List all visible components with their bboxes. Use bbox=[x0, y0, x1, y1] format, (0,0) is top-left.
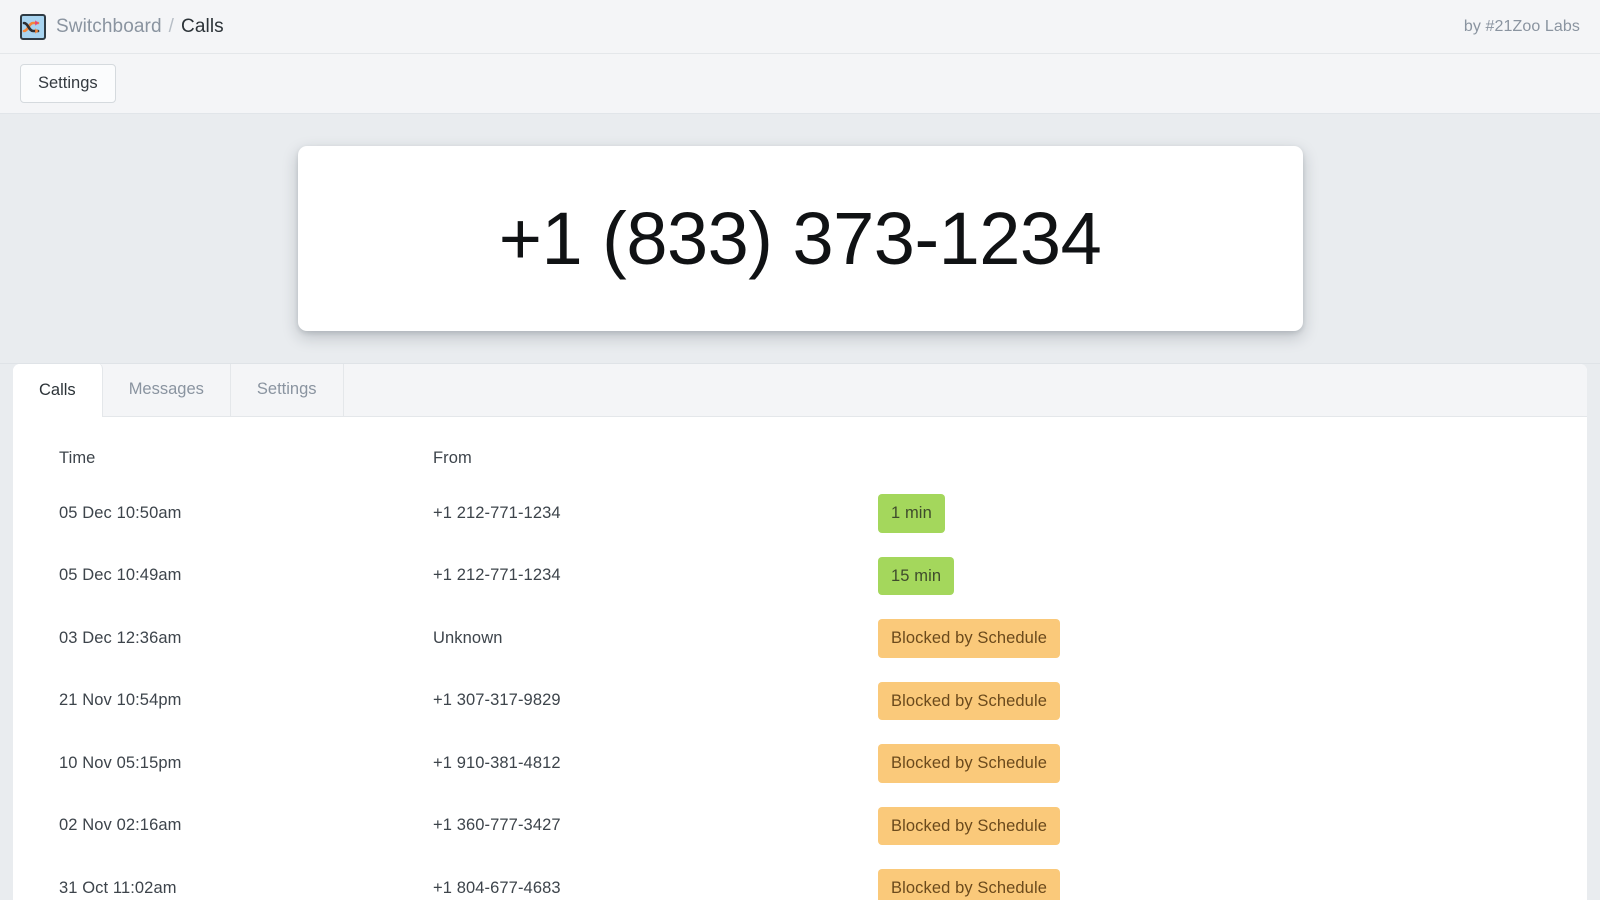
phone-number-text: +1 (833) 373-1234 bbox=[498, 197, 1102, 280]
column-header-from: From bbox=[433, 449, 472, 467]
table-row[interactable]: 21 Nov 10:54pm +1 307-317-9829 Blocked by … bbox=[13, 670, 1587, 733]
table-row[interactable]: 02 Nov 02:16am +1 360-777-3427 Blocked by … bbox=[13, 795, 1587, 858]
cell-status: Blocked by Schedule bbox=[878, 795, 1587, 858]
status-badge-blocked: Blocked by Schedule bbox=[878, 869, 1060, 900]
table-row[interactable]: 03 Dec 12:36am Unknown Blocked by Schedule bbox=[13, 607, 1587, 670]
app-header: Switchboard / Calls by #21Zoo Labs bbox=[0, 0, 1600, 54]
tab-calls[interactable]: Calls bbox=[13, 364, 103, 417]
tab-messages[interactable]: Messages bbox=[103, 364, 231, 416]
breadcrumb: Switchboard / Calls bbox=[56, 17, 224, 36]
calls-table-head: Time From bbox=[13, 417, 1587, 482]
calls-table-area: Time From 05 Dec 10:50am +1 212-771-1234 1… bbox=[13, 417, 1587, 900]
calls-table-body: 05 Dec 10:50am +1 212-771-1234 1 min 05 Dec… bbox=[13, 482, 1587, 900]
attribution-label: by #21Zoo Labs bbox=[1463, 17, 1580, 35]
cell-time: 05 Dec 10:50am bbox=[59, 503, 182, 522]
status-badge-blocked: Blocked by Schedule bbox=[878, 619, 1060, 658]
content-panel-wrap: Calls Messages Settings Time From 05 Dec… bbox=[0, 364, 1600, 900]
brand[interactable]: Switchboard / Calls bbox=[20, 13, 224, 40]
cell-time: 31 Oct 11:02am bbox=[59, 878, 177, 897]
status-badge-blocked: Blocked by Schedule bbox=[878, 681, 1060, 720]
tab-messages-label: Messages bbox=[128, 380, 204, 398]
tab-calls-label: Calls bbox=[39, 380, 76, 399]
cell-time: 05 Dec 10:49am bbox=[59, 566, 182, 585]
table-row[interactable]: 10 Nov 05:15pm +1 910-381-4812 Blocked by … bbox=[13, 732, 1587, 795]
breadcrumb-root[interactable]: Switchboard bbox=[56, 17, 162, 36]
cell-from: +1 212-771-1234 bbox=[433, 566, 561, 585]
cell-time: 03 Dec 12:36am bbox=[59, 628, 182, 647]
column-header-status bbox=[878, 417, 1587, 482]
tab-settings[interactable]: Settings bbox=[231, 364, 344, 416]
status-badge-duration: 15 min bbox=[878, 556, 955, 595]
shuffle-arrows-icon bbox=[20, 13, 46, 40]
cell-status: Blocked by Schedule bbox=[878, 670, 1587, 733]
cell-from: Unknown bbox=[433, 628, 503, 647]
toolbar: Settings bbox=[0, 54, 1600, 114]
tab-settings-label: Settings bbox=[256, 380, 317, 398]
settings-button[interactable]: Settings bbox=[20, 64, 116, 103]
cell-status: Blocked by Schedule bbox=[878, 732, 1587, 795]
cell-status: Blocked by Schedule bbox=[878, 607, 1587, 670]
table-row[interactable]: 05 Dec 10:49am +1 212-771-1234 15 min bbox=[13, 545, 1587, 608]
calls-table: Time From 05 Dec 10:50am +1 212-771-1234 1… bbox=[13, 417, 1587, 900]
cell-from: +1 910-381-4812 bbox=[433, 753, 561, 772]
table-row[interactable]: 05 Dec 10:50am +1 212-771-1234 1 min bbox=[13, 482, 1587, 545]
status-badge-blocked: Blocked by Schedule bbox=[878, 806, 1060, 845]
cell-from: +1 360-777-3427 bbox=[433, 816, 561, 835]
cell-status: Blocked by Schedule bbox=[878, 857, 1587, 900]
breadcrumb-separator: / bbox=[168, 16, 175, 37]
table-header-row: Time From bbox=[13, 417, 1587, 482]
cell-from: +1 307-317-9829 bbox=[433, 691, 561, 710]
table-row[interactable]: 31 Oct 11:02am +1 804-677-4683 Blocked by … bbox=[13, 857, 1587, 900]
cell-time: 02 Nov 02:16am bbox=[59, 816, 182, 835]
cell-from: +1 804-677-4683 bbox=[433, 878, 561, 897]
cell-status: 1 min bbox=[878, 482, 1587, 545]
phone-number-card[interactable]: +1 (833) 373-1234 bbox=[297, 146, 1303, 331]
status-badge-duration: 1 min bbox=[878, 494, 945, 533]
hero-section: +1 (833) 373-1234 bbox=[0, 114, 1600, 364]
cell-from: +1 212-771-1234 bbox=[433, 503, 561, 522]
breadcrumb-current: Calls bbox=[181, 16, 224, 37]
cell-time: 10 Nov 05:15pm bbox=[59, 753, 182, 772]
column-header-time: Time bbox=[59, 449, 96, 467]
cell-time: 21 Nov 10:54pm bbox=[59, 691, 182, 710]
status-badge-blocked: Blocked by Schedule bbox=[878, 744, 1060, 783]
tab-bar: Calls Messages Settings bbox=[13, 364, 1587, 417]
tab-bar-filler bbox=[344, 364, 1587, 416]
content-panel: Calls Messages Settings Time From 05 Dec… bbox=[13, 364, 1587, 900]
cell-status: 15 min bbox=[878, 545, 1587, 608]
